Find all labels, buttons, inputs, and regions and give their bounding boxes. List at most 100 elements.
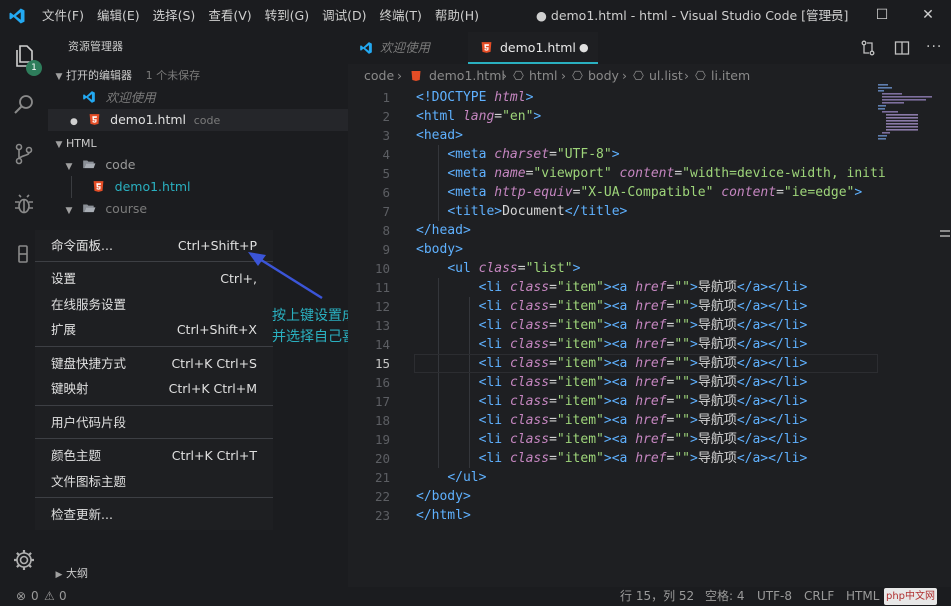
code-token: href <box>635 394 667 409</box>
encoding[interactable]: UTF-8 <box>757 587 792 606</box>
menu-edit[interactable]: 编辑(E) <box>97 0 140 32</box>
end-of-line[interactable]: CRLF <box>804 587 834 606</box>
menu-item-online-services[interactable]: 在线服务设置 <box>35 293 273 317</box>
menu-go[interactable]: 转到(G) <box>265 0 309 32</box>
code-token: 导航项 <box>697 432 737 447</box>
code-line: <li class="item"><a href="">导航项</a></li> <box>416 373 808 392</box>
menu-item-command-palette[interactable]: 命令面板... Ctrl+Shift+P <box>35 234 273 258</box>
menu-separator <box>35 497 273 498</box>
code-line: <head> <box>416 126 463 145</box>
menu-view[interactable]: 查看(V) <box>208 0 251 32</box>
source-control-button[interactable] <box>0 134 48 174</box>
code-token: <html <box>416 109 463 124</box>
menu-item-keymaps[interactable]: 键映射 Ctrl+K Ctrl+M <box>35 377 273 401</box>
open-editors-header[interactable]: ▼ 打开的编辑器 1 个未保存 <box>48 64 348 86</box>
error-icon[interactable]: ⊗ <box>16 587 26 606</box>
open-editor-item[interactable]: ● demo1.html code <box>48 109 348 131</box>
close-button[interactable]: ✕ <box>905 0 951 32</box>
open-editors-label: 打开的编辑器 <box>66 69 132 82</box>
menu-debug[interactable]: 调试(D) <box>322 0 366 32</box>
menu-item-user-snippets[interactable]: 用户代码片段 <box>35 411 273 435</box>
menu-item-label: 键盘快捷方式 <box>51 356 127 371</box>
warning-count[interactable]: 0 <box>59 587 67 606</box>
outline-header[interactable]: ▶ 大纲 <box>48 562 348 584</box>
code-token: 导航项 <box>697 413 737 428</box>
workspace-header[interactable]: ▼ HTML <box>48 132 348 154</box>
cursor-position[interactable]: 行 15，列 52 <box>620 587 694 606</box>
tab-demo1[interactable]: demo1.html ● <box>468 32 598 64</box>
menu-terminal[interactable]: 终端(T) <box>379 0 421 32</box>
code-token: lang <box>462 109 495 124</box>
menu-item-color-theme[interactable]: 颜色主题 Ctrl+K Ctrl+T <box>35 444 273 468</box>
menu-item-check-updates[interactable]: 检查更新... <box>35 503 273 527</box>
code-line: <!DOCTYPE html> <box>416 88 533 107</box>
code-line: <html lang="en"> <box>416 107 541 126</box>
tab-welcome[interactable]: 欢迎使用 <box>348 32 466 64</box>
tree-folder-course[interactable]: ▼ course <box>48 198 348 220</box>
code-line: <li class="item"><a href="">导航项</a></li> <box>416 316 808 335</box>
menu-item-settings[interactable]: 设置 Ctrl+, <box>35 267 273 291</box>
indentation[interactable]: 空格: 4 <box>705 587 745 606</box>
vscode-logo-icon <box>360 42 372 54</box>
dirty-dot-icon: ● <box>70 117 78 127</box>
explorer-button[interactable]: 1 <box>0 36 48 76</box>
code-token: name <box>494 166 526 181</box>
debug-icon <box>15 194 33 214</box>
tab-label: 欢迎使用 <box>380 40 431 55</box>
menu-item-keyboard-shortcuts[interactable]: 键盘快捷方式 Ctrl+K Ctrl+S <box>35 352 273 376</box>
code-token: > <box>689 299 698 314</box>
menu-item-extensions[interactable]: 扩展 Ctrl+Shift+X <box>35 318 273 342</box>
open-changes-icon[interactable] <box>860 40 876 56</box>
vscode-logo-icon <box>9 8 25 24</box>
line-number: 8 <box>382 223 390 238</box>
code-token: href <box>635 413 667 428</box>
code-token: </a></li> <box>736 375 808 390</box>
code-token: </head> <box>416 223 471 238</box>
language-mode[interactable]: HTML <box>846 587 879 606</box>
warning-icon[interactable]: ⚠ <box>44 587 55 606</box>
code-line: </body> <box>416 487 471 506</box>
code-token: href <box>635 432 667 447</box>
breadcrumb-item[interactable]: code <box>364 64 394 88</box>
code-editor[interactable]: 1 <!DOCTYPE html> 2 <html lang="en"> 3 <head>… <box>348 88 951 587</box>
breadcrumb-item[interactable]: ul.list <box>649 64 683 88</box>
debug-button[interactable] <box>0 184 48 224</box>
code-token: <li <box>478 337 510 352</box>
manage-button[interactable] <box>0 540 48 580</box>
tree-file-demo1[interactable]: demo1.html <box>48 176 348 198</box>
breadcrumb-item[interactable]: li.item <box>711 64 750 88</box>
more-actions-icon[interactable]: ··· <box>926 32 942 62</box>
breadcrumb-item[interactable]: demo1.html <box>429 64 505 88</box>
open-editor-item[interactable]: 欢迎使用 <box>82 87 348 109</box>
html5-icon <box>93 181 104 192</box>
breadcrumb-item[interactable]: html <box>529 64 557 88</box>
menu-item-file-icon-theme[interactable]: 文件图标主题 <box>35 470 273 494</box>
search-button[interactable] <box>0 84 48 124</box>
code-line: <ul class="list"> <box>416 259 580 278</box>
minimize-button[interactable]: — <box>813 0 859 32</box>
code-token: ><a <box>603 356 636 371</box>
menu-help[interactable]: 帮助(H) <box>435 0 479 32</box>
scrollbar-thumb[interactable] <box>938 226 950 242</box>
code-token: "" <box>674 337 690 352</box>
minimap[interactable] <box>872 84 932 144</box>
dirty-dot-icon[interactable]: ● <box>579 32 589 64</box>
error-count[interactable]: 0 <box>31 587 39 606</box>
line-number: 21 <box>374 470 390 485</box>
code-token: href <box>635 451 667 466</box>
menu-item-shortcut: Ctrl+K Ctrl+S <box>171 356 257 371</box>
code-token: "item" <box>556 356 604 371</box>
tree-folder-code[interactable]: ▼ code <box>48 154 348 176</box>
breadcrumb-item[interactable]: body <box>588 64 619 88</box>
code-token: "" <box>674 299 690 314</box>
menu-file[interactable]: 文件(F) <box>42 0 84 32</box>
split-editor-icon[interactable] <box>894 40 910 56</box>
maximize-button[interactable]: ☐ <box>859 0 905 32</box>
menu-selection[interactable]: 选择(S) <box>153 0 196 32</box>
